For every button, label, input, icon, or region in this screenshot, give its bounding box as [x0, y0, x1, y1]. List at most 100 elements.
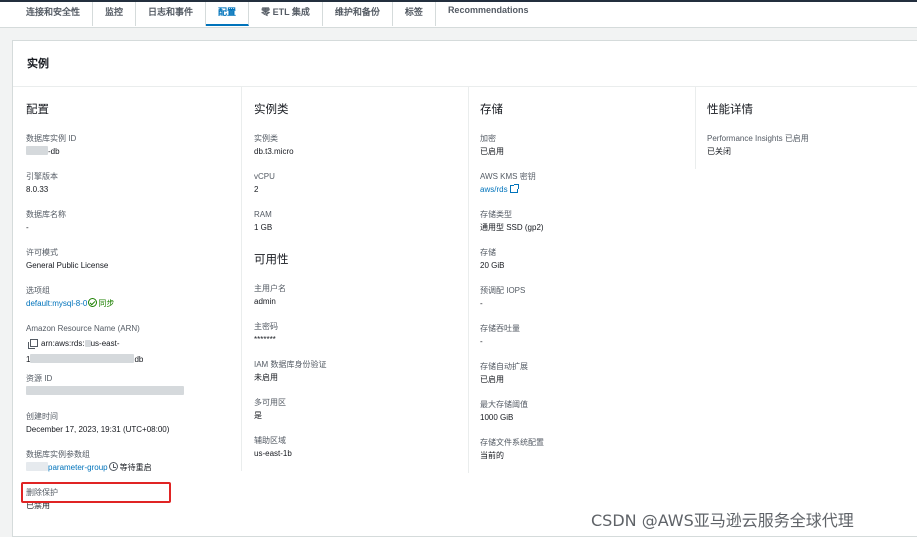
- performance-column: 性能详情 Performance Insights 已启用 已关闭: [695, 87, 917, 169]
- db-name-field: 数据库名称 -: [26, 207, 241, 245]
- throughput-label: 存储吞吐量: [480, 324, 520, 333]
- class-value: db.t3.micro: [254, 147, 294, 156]
- arn-field: Amazon Resource Name (ARN) arn:aws:rds: u…: [26, 321, 241, 371]
- kms-key-value: aws/rds: [480, 183, 696, 207]
- vcpu-field: vCPU 2: [254, 169, 469, 207]
- option-group-field: 选项组 default:mysql-8-0 同步: [26, 283, 241, 321]
- iops-value: -: [480, 299, 483, 308]
- instance-panel: 实例 配置 数据库实例 ID -db 引擎版本 8.0.33 数据库名称 - 许…: [12, 40, 917, 537]
- vcpu-label: vCPU: [254, 172, 275, 181]
- max-threshold-field: 最大存储阈值 1000 GiB: [480, 397, 696, 435]
- fs-config-value: 当前的: [480, 451, 504, 460]
- resource-id-label: 资源 ID: [26, 374, 53, 383]
- performance-insights-value: 已关闭: [707, 147, 731, 156]
- created-label: 创建时间: [26, 412, 58, 421]
- arn-value: arn:aws:rds: us-east- 1 db: [26, 335, 241, 371]
- deletion-protection-value: 已禁用: [26, 501, 50, 510]
- option-group-label: 选项组: [26, 286, 50, 295]
- tab-maintenance-backup[interactable]: 维护和备份: [323, 2, 393, 26]
- encryption-label: 加密: [480, 134, 496, 143]
- check-circle-icon: [88, 298, 98, 307]
- kms-key-label: AWS KMS 密钥: [480, 172, 536, 181]
- autoscaling-field: 存储自动扩展 已启用: [480, 359, 696, 397]
- deletion-protection-field: 删除保护 已禁用: [26, 485, 241, 523]
- throughput-field: 存储吞吐量 -: [480, 321, 696, 359]
- param-group-link[interactable]: parameter-group: [48, 463, 108, 472]
- panel-title: 实例: [27, 58, 49, 70]
- param-group-field: 数据库实例参数组 parameter-group 等待重启: [26, 447, 241, 485]
- iops-label: 预调配 IOPS: [480, 286, 526, 295]
- max-threshold-value: 1000 GiB: [480, 413, 514, 422]
- engine-version-value: 8.0.33: [26, 185, 49, 194]
- storage-type-value: 通用型 SSD (gp2): [480, 223, 544, 232]
- redacted-block: [26, 146, 48, 155]
- external-link-icon[interactable]: [509, 184, 519, 193]
- param-group-status: 等待重启: [119, 463, 152, 472]
- instance-class-column: 实例类 实例类 db.t3.micro vCPU 2 RAM 1 GB 可用性 …: [241, 87, 469, 471]
- ram-field: RAM 1 GB: [254, 207, 469, 245]
- iops-field: 预调配 IOPS -: [480, 283, 696, 321]
- encryption-field: 加密 已启用: [480, 131, 696, 169]
- storage-type-label: 存储类型: [480, 210, 512, 219]
- tab-logs-events[interactable]: 日志和事件: [136, 2, 207, 26]
- multi-az-value: 是: [254, 411, 262, 420]
- autoscaling-label: 存储自动扩展: [480, 362, 528, 371]
- engine-version-field: 引擎版本 8.0.33: [26, 169, 241, 207]
- secondary-zone-label: 辅助区域: [254, 436, 286, 445]
- secondary-zone-value: us-east-1b: [254, 449, 292, 458]
- copy-icon[interactable]: [28, 339, 38, 349]
- availability-title: 可用性: [254, 254, 289, 266]
- param-group-label: 数据库实例参数组: [26, 450, 90, 459]
- iam-auth-field: IAM 数据库身份验证 未启用: [254, 357, 469, 395]
- storage-type-field: 存储类型 通用型 SSD (gp2): [480, 207, 696, 245]
- tab-recommendations[interactable]: Recommendations: [436, 2, 541, 26]
- password-label: 主密码: [254, 322, 278, 331]
- master-user-label: 主用户名: [254, 284, 286, 293]
- redacted-block: [26, 462, 48, 471]
- configuration-column: 配置 数据库实例 ID -db 引擎版本 8.0.33 数据库名称 - 许可模式…: [13, 87, 241, 523]
- option-group-value: default:mysql-8-0 同步: [26, 297, 241, 321]
- throughput-value: -: [480, 337, 483, 346]
- watermark: CSDN @AWS亚马逊云服务全球代理: [591, 511, 854, 530]
- created-value: December 17, 2023, 19:31 (UTC+08:00): [26, 425, 170, 434]
- ram-label: RAM: [254, 210, 272, 219]
- tab-monitoring[interactable]: 监控: [93, 2, 137, 26]
- arn-part-1: arn:aws:rds:: [41, 339, 85, 348]
- secondary-zone-field: 辅助区域 us-east-1b: [254, 433, 469, 471]
- resource-id-field: 资源 ID: [26, 371, 241, 409]
- db-name-label: 数据库名称: [26, 210, 66, 219]
- option-group-link[interactable]: default:mysql-8-0: [26, 299, 87, 308]
- master-user-value: admin: [254, 297, 276, 306]
- class-field: 实例类 db.t3.micro: [254, 131, 469, 169]
- instance-id-suffix: -db: [48, 147, 60, 156]
- performance-insights-label: Performance Insights 已启用: [707, 134, 809, 143]
- arn-line-2: 1 db: [26, 354, 241, 366]
- performance-insights-field: Performance Insights 已启用 已关闭: [707, 131, 917, 169]
- autoscaling-value: 已启用: [480, 375, 504, 384]
- iam-auth-label: IAM 数据库身份验证: [254, 360, 327, 369]
- clock-icon: [108, 462, 118, 471]
- tab-connectivity[interactable]: 连接和安全性: [14, 2, 94, 26]
- multi-az-label: 多可用区: [254, 398, 286, 407]
- license-value: General Public License: [26, 261, 109, 270]
- arn-part-2: us-east-: [90, 339, 120, 348]
- db-name-value: -: [26, 223, 29, 232]
- option-group-status: 同步: [98, 299, 115, 308]
- arn-line-1: arn:aws:rds: us-east-: [26, 338, 241, 350]
- ram-value: 1 GB: [254, 223, 273, 232]
- tab-tags[interactable]: 标签: [393, 2, 436, 26]
- engine-version-label: 引擎版本: [26, 172, 58, 181]
- instance-id-value: -db: [26, 145, 241, 169]
- fs-config-field: 存储文件系统配置 当前的: [480, 435, 696, 473]
- kms-key-link[interactable]: aws/rds: [480, 185, 508, 194]
- instance-class-title: 实例类: [254, 104, 289, 116]
- storage-column: 存储 加密 已启用 AWS KMS 密钥 aws/rds 存储类型 通用型 SS…: [468, 87, 696, 473]
- tab-configuration[interactable]: 配置: [206, 2, 250, 26]
- configuration-title: 配置: [26, 104, 49, 116]
- license-label: 许可模式: [26, 248, 58, 257]
- redacted-block: [30, 354, 135, 363]
- tab-zero-etl[interactable]: 零 ETL 集成: [249, 2, 323, 26]
- redacted-block: [26, 386, 184, 395]
- storage-title: 存储: [480, 104, 503, 116]
- fs-config-label: 存储文件系统配置: [480, 438, 544, 447]
